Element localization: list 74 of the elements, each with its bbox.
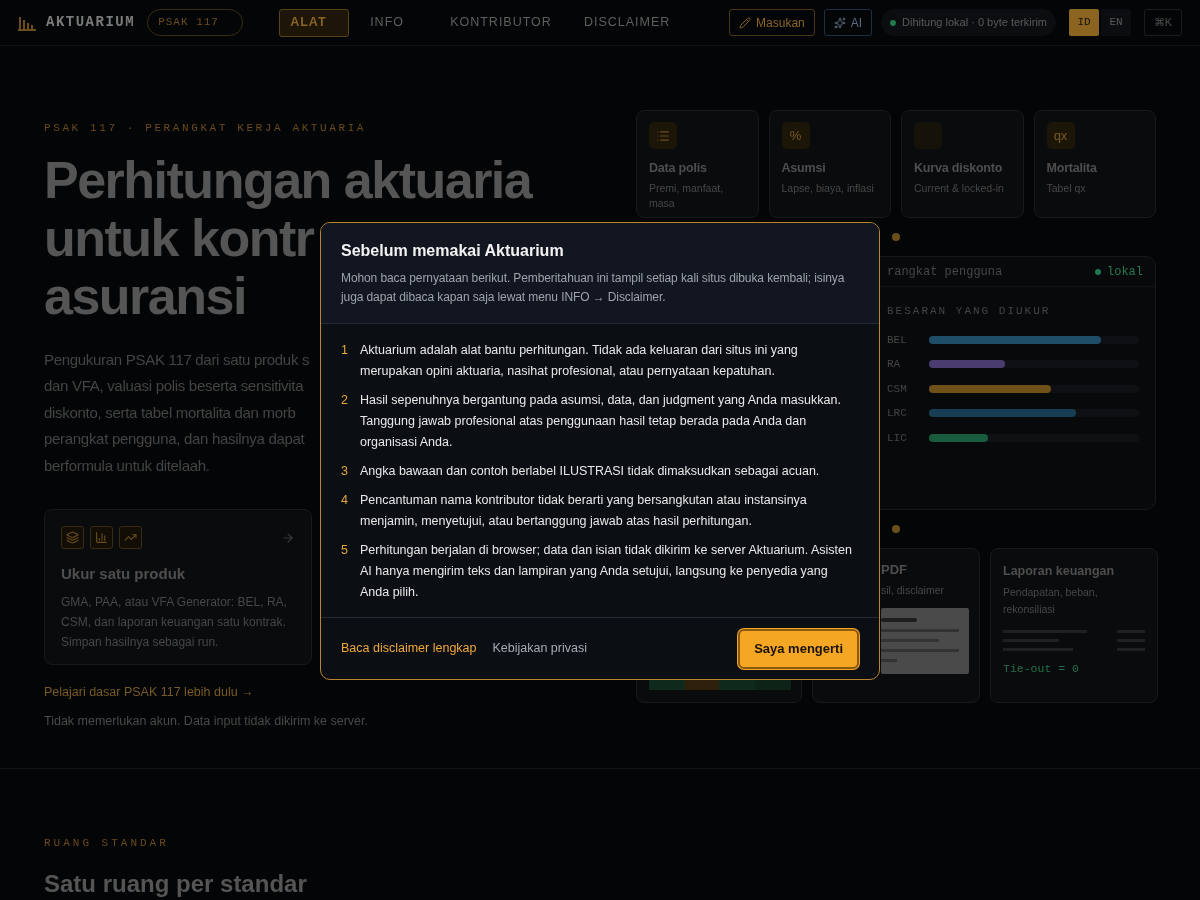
hero-title-line: asuransi — [44, 266, 246, 325]
pencil-icon — [739, 16, 752, 29]
learn-link[interactable]: Pelajari dasar PSAK 117 lebih dulu → — [44, 683, 254, 702]
hero-paragraph-line: dan VFA, valuasi polis beserta sensitivita — [44, 376, 304, 396]
hero-paragraph-line: Pengukuran PSAK 117 dari satu produk s — [44, 349, 310, 370]
hero-title-line: untuk kontr — [44, 208, 314, 267]
privacy-note: Tidak memerlukan akun. Data input tidak dikirim ke server. — [44, 712, 368, 730]
full-disclaimer-link[interactable]: Baca disclaimer lengkap — [341, 639, 477, 658]
nav-tab[interactable]: INFO — [359, 8, 430, 37]
bar-chart-icon — [90, 526, 113, 549]
card-title: PDF — [881, 561, 908, 579]
item-text: Aktuarium adalah alat bantu perhitungan. Tidak ada keluaran dari situs ini yang merupakan opini aktuaria, nasihat profesional, atau pernyataan kepatuhan. — [360, 342, 799, 380]
section-title: Satu ruang per standar — [44, 868, 307, 899]
layers-icon — [61, 526, 84, 549]
command-button[interactable]: ⌘K — [1144, 9, 1182, 36]
hero-paragraph-line: berformula untuk ditelaah. — [44, 455, 210, 476]
panel-status: lokal — [1107, 263, 1143, 281]
language-toggle[interactable]: ID — [1069, 9, 1099, 36]
icon-tile: qx — [1046, 122, 1075, 149]
hero-paragraph-line: perangkat pengguna, dan hasilnya dapat — [44, 429, 305, 449]
item-number: 1 — [341, 342, 349, 359]
item-text: Hasil sepenuhnya bergantung pada asumsi, data, dan judgment yang Anda masukkan. Tanggung jawab profesional atas penggunaan hasil tetap berada pada Anda dan organisasi Anda. — [360, 392, 842, 451]
feedback-button[interactable]: Masukan — [729, 9, 815, 36]
item-number: 2 — [341, 392, 349, 409]
card-subtitle: sil, disclaimer — [881, 582, 945, 598]
nav-tab[interactable]: ALAT — [279, 8, 350, 37]
section-kicker: RUANG STANDAR — [44, 836, 169, 851]
card-title: Mortalita — [1046, 160, 1098, 177]
item-number: 5 — [341, 542, 349, 559]
card-subtitle: Tabel qx — [1046, 180, 1087, 196]
dialog-intro: Mohon baca pernyataan berikut. Pemberitahuan ini tampil setiap kali situs dibuka kembali; isinya juga dapat dibaca kapan saja lewat menu INFO → Disclaimer. — [341, 270, 846, 306]
measure-label: LRC — [887, 406, 908, 421]
sparkle-icon — [833, 16, 846, 29]
panel-header-text: rangkat pengguna — [887, 263, 1003, 281]
logo-icon — [18, 14, 36, 31]
tie-out-code: Tie-out = 0 — [1003, 660, 1080, 677]
item-text: Pencantuman nama kontributor tidak berarti yang bersangkutan atau instansinya menjamin, menyetujui, atau bertanggung jawab atas hasil perhitungan. — [360, 492, 808, 530]
language-toggle[interactable]: EN — [1101, 9, 1131, 36]
card-title: Asumsi — [781, 160, 827, 177]
card-subtitle: Premi, manfaat, masa — [649, 180, 725, 211]
nav-tab[interactable]: KONTRIBUTOR — [439, 8, 563, 37]
card-title: Ukur satu produk — [61, 564, 187, 584]
brand-name[interactable]: AKTUARIUM — [46, 12, 136, 33]
card-title: Data polis — [649, 160, 708, 177]
list-icon — [656, 128, 670, 143]
hero-kicker: PSAK 117 · PERANGKAT KERJA AKTUARIA — [44, 121, 367, 136]
input-card[interactable]: qx Mortalita Tabel qx — [1033, 110, 1156, 218]
output-card[interactable]: Laporan keuangan Pendapatan, beban, rekonsiliasi Tie-out = 0 — [990, 548, 1158, 703]
ai-button[interactable]: AI — [823, 9, 873, 36]
item-number: 3 — [341, 463, 349, 480]
measure-label: LIC — [887, 430, 908, 446]
item-number: 4 — [341, 492, 349, 509]
item-text: Angka bawaan dan contoh berlabel ILUSTRASI tidak dimaksudkan sebagai acuan. — [360, 463, 821, 480]
dialog-title: Sebelum memakai Aktuarium — [341, 241, 565, 261]
card-subtitle: Pendapatan, beban, rekonsiliasi — [1003, 584, 1099, 617]
input-card[interactable]: Kurva diskonto Current & locked-in — [901, 110, 1024, 218]
input-card[interactable]: % Asumsi Lapse, biaya, inflasi — [768, 110, 891, 218]
card-subtitle: Lapse, biaya, inflasi — [781, 180, 875, 196]
measure-label: BEL — [887, 332, 908, 348]
measure-label: RA — [887, 357, 902, 372]
card-subtitle: Current & locked-in — [914, 180, 1005, 196]
confirm-button[interactable]: Saya mengerti — [738, 628, 859, 669]
section-heading: BESARAN YANG DIUKUR — [887, 304, 1052, 319]
nav-tab[interactable]: DISCLAIMER — [572, 8, 682, 37]
input-card[interactable]: Data polis Premi, manfaat, masa — [636, 110, 759, 218]
measure-label: CSM — [887, 381, 908, 397]
status-pill: Dihitung lokal · 0 byte terkirim — [881, 9, 1056, 36]
card-title: Laporan keuangan — [1003, 563, 1116, 580]
icon-tile: % — [781, 122, 810, 149]
privacy-link[interactable]: Kebijakan privasi — [492, 639, 587, 658]
hero-paragraph-line: diskonto, serta tabel mortalita dan morb — [44, 402, 296, 423]
trend-icon — [119, 526, 142, 549]
card-title: Kurva diskonto — [914, 160, 1004, 177]
hero-title-line: Perhitungan aktuaria — [44, 150, 532, 209]
